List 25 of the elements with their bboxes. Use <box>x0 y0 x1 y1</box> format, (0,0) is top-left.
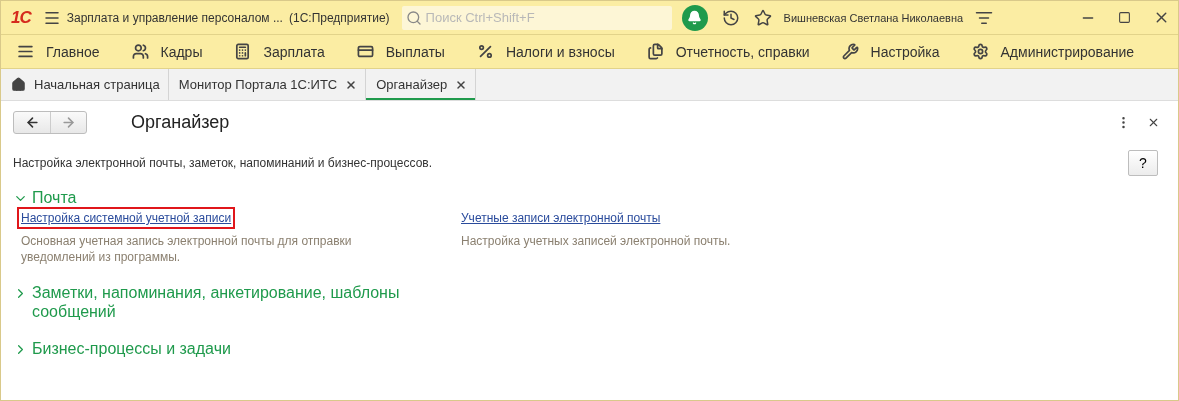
user-name[interactable]: Вишневская Светлана Николаевна <box>783 11 964 24</box>
group-title: Почта <box>32 188 77 207</box>
link[interactable]: Настройка системной учетной записи <box>17 207 236 229</box>
form-description: Настройка электронной почты, заметок, напоминаний и бизнес-процессов. <box>13 156 433 170</box>
tab[interactable]: Начальная страница <box>1 69 169 100</box>
link-description: Основная учетная запись электронной почты для отправки уведомлений из программы. <box>21 233 353 265</box>
section-item[interactable]: Кадры <box>131 43 203 60</box>
section-item[interactable]: Выплаты <box>356 43 445 60</box>
form-title: Органайзер <box>131 112 230 133</box>
section-item[interactable]: Главное <box>17 43 100 60</box>
help-button[interactable]: ? <box>1128 150 1158 176</box>
search-field[interactable]: Поиск Ctrl+Shift+F <box>401 5 672 30</box>
group-header[interactable]: Почта <box>13 188 77 207</box>
link-description: Настройка учетных записей электронной почты. <box>461 233 731 249</box>
tab[interactable]: Монитор Портала 1С:ИТС <box>168 69 367 100</box>
section-item[interactable]: Налоги и взносы <box>476 43 615 60</box>
section-item[interactable]: Настройка <box>841 43 940 60</box>
link[interactable]: Учетные записи электронной почты <box>457 207 665 229</box>
section-item[interactable]: Зарплата <box>234 43 325 60</box>
window-subtitle: (1С:Предприятие) <box>288 10 390 25</box>
window-title: Зарплата и управление персоналом ... <box>66 10 283 25</box>
tab[interactable]: Органайзер <box>366 69 477 100</box>
section-item[interactable]: Администрирование <box>971 43 1134 60</box>
section-item[interactable]: Отчетность, справки <box>646 43 810 60</box>
app-logo: 1С <box>11 7 31 28</box>
